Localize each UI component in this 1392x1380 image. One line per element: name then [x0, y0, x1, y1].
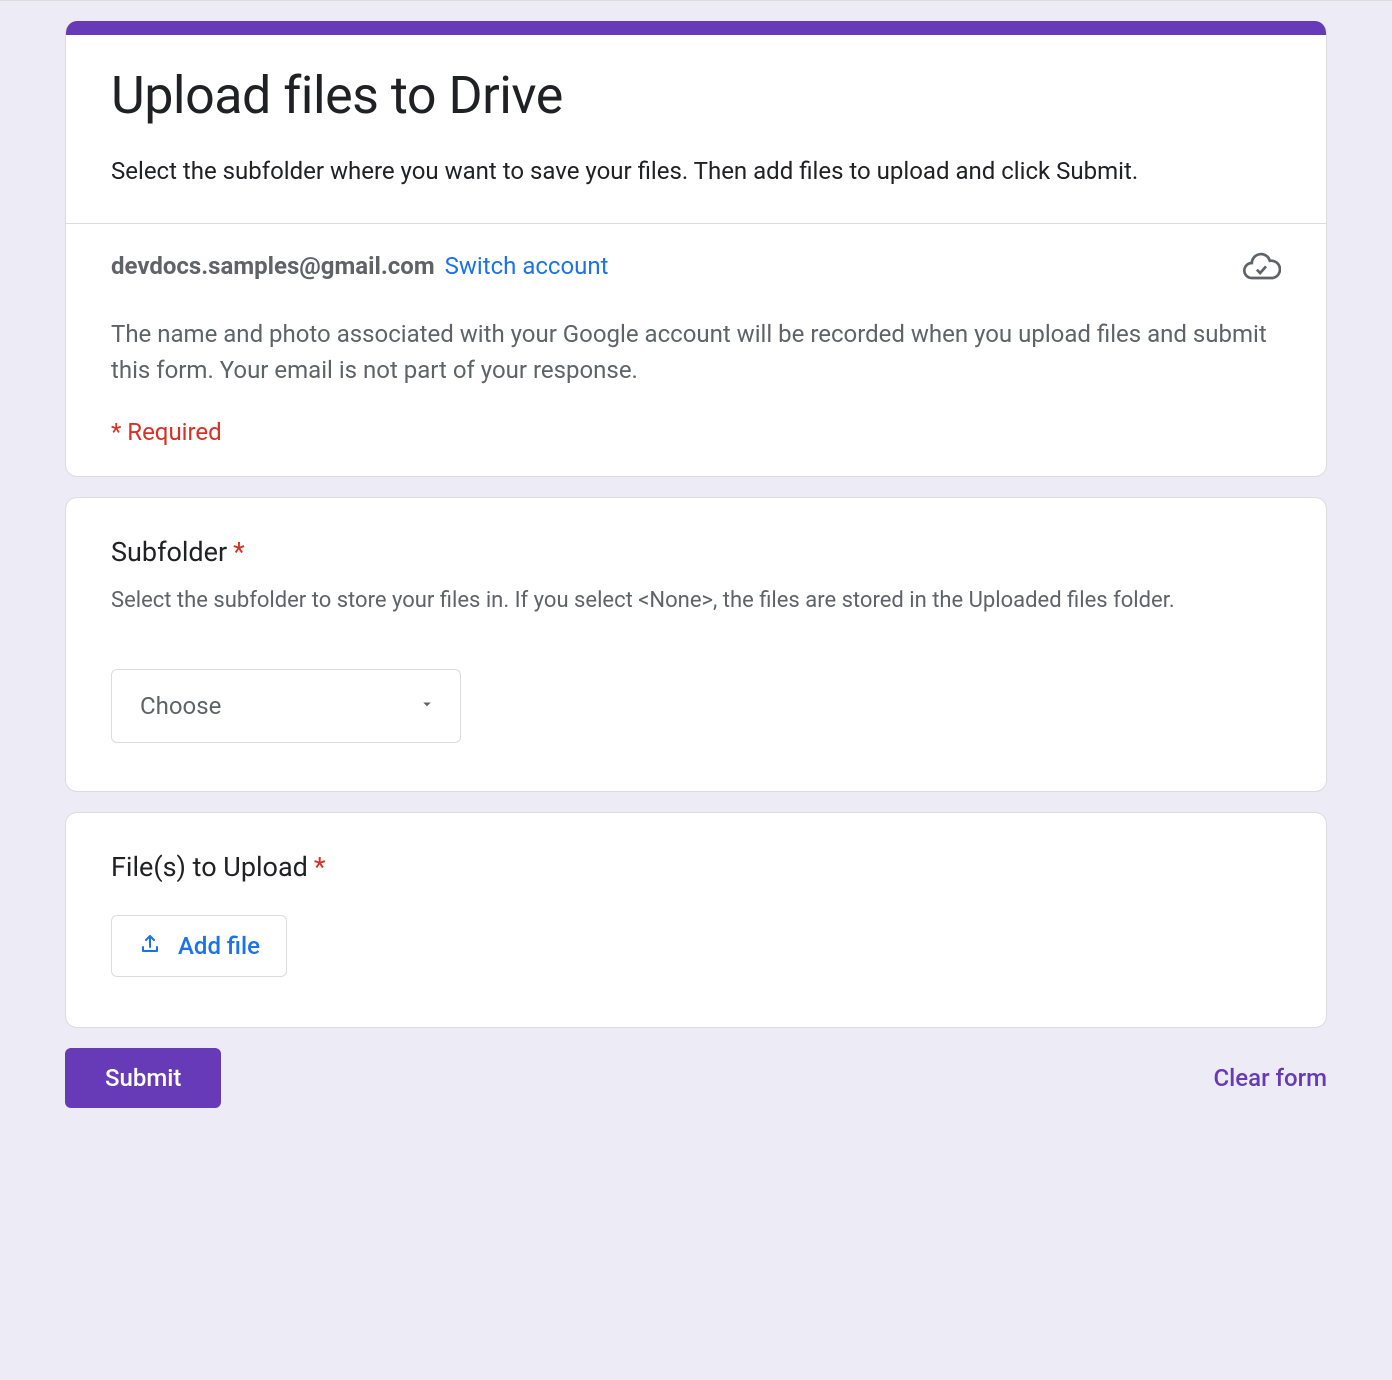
account-text: devdocs.samples@gmail.com Switch account [111, 252, 1241, 280]
subfolder-title: Subfolder [111, 536, 227, 568]
accent-bar [66, 21, 1326, 35]
chevron-down-icon [418, 695, 436, 717]
switch-account-link[interactable]: Switch account [445, 252, 609, 280]
add-file-button[interactable]: Add file [111, 915, 287, 977]
dropdown-label: Choose [140, 692, 221, 720]
footer-row: Submit Clear form [65, 1048, 1327, 1108]
header-card: Upload files to Drive Select the subfold… [65, 21, 1327, 477]
account-row: devdocs.samples@gmail.com Switch account [111, 252, 1281, 288]
upload-title: File(s) to Upload [111, 851, 308, 883]
subfolder-help: Select the subfolder to store your files… [111, 584, 1281, 617]
question-file-upload: File(s) to Upload * Add file [65, 812, 1327, 1028]
clear-form-link[interactable]: Clear form [1213, 1064, 1327, 1092]
account-note: The name and photo associated with your … [111, 316, 1281, 388]
header-content: Upload files to Drive Select the subfold… [66, 35, 1326, 223]
form-description: Select the subfolder where you want to s… [111, 153, 1281, 189]
form-container: Upload files to Drive Select the subfold… [65, 21, 1327, 1108]
required-star: * [314, 851, 326, 883]
account-section: devdocs.samples@gmail.com Switch account… [66, 224, 1326, 476]
add-file-label: Add file [178, 932, 260, 960]
required-indicator: * Required [111, 418, 1281, 446]
form-title: Upload files to Drive [111, 65, 1281, 127]
upload-icon [138, 932, 162, 960]
question-title-row: Subfolder * [111, 536, 1281, 568]
account-email: devdocs.samples@gmail.com [111, 252, 435, 280]
question-title-row: File(s) to Upload * [111, 851, 1281, 883]
submit-button[interactable]: Submit [65, 1048, 221, 1108]
cloud-done-icon [1241, 248, 1281, 288]
subfolder-dropdown[interactable]: Choose [111, 669, 461, 743]
question-subfolder: Subfolder * Select the subfolder to stor… [65, 497, 1327, 792]
required-star: * [233, 536, 245, 568]
